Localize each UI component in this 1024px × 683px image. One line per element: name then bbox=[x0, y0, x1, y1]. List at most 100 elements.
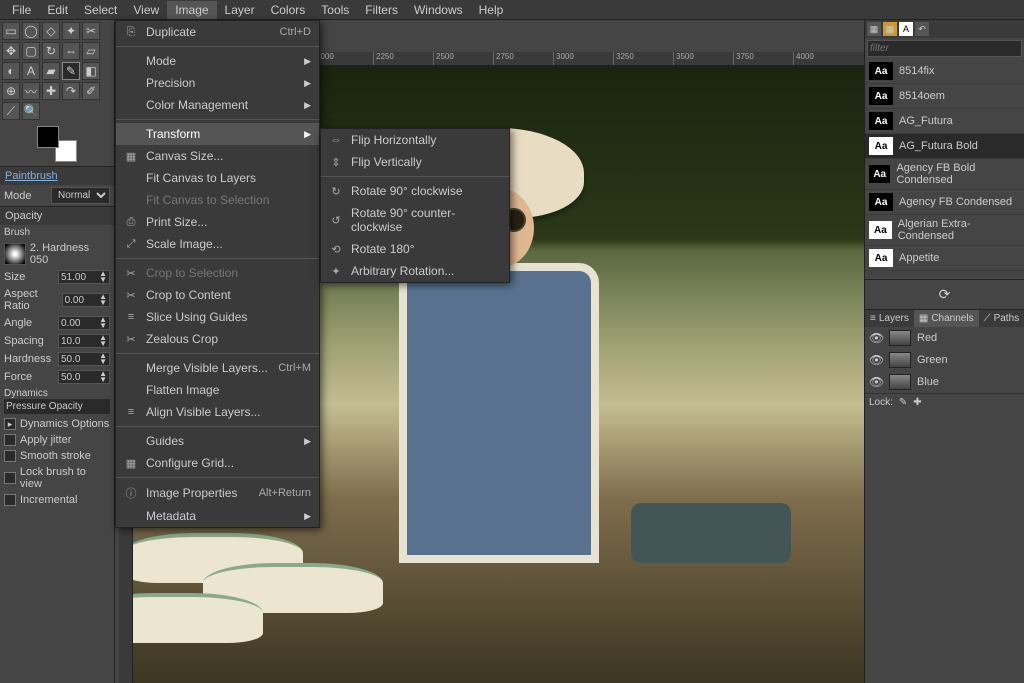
tool-rect[interactable]: ▢ bbox=[22, 42, 40, 60]
image-menu-color-management[interactable]: Color Management▶ bbox=[116, 94, 319, 116]
check-apply-jitter[interactable] bbox=[4, 434, 16, 446]
transform-menu-rotate-90-counter-clockwise[interactable]: ↺Rotate 90° counter-clockwise bbox=[321, 202, 509, 238]
transform-menu-rotate-180-[interactable]: ⟲Rotate 180° bbox=[321, 238, 509, 260]
tab-icon-patterns[interactable]: ▦ bbox=[883, 22, 897, 36]
opt-spinner-size[interactable]: 51.00▲▼ bbox=[58, 270, 110, 284]
image-menu-transform[interactable]: Transform▶ bbox=[116, 123, 319, 145]
tool-eraser[interactable]: ◧ bbox=[82, 62, 100, 80]
menu-image[interactable]: Image bbox=[167, 1, 216, 19]
image-menu-fit-canvas-to-layers[interactable]: Fit Canvas to Layers bbox=[116, 167, 319, 189]
font-item-ag-futura-bold[interactable]: AaAG_Futura Bold bbox=[865, 134, 1024, 159]
transform-menu-flip-vertically[interactable]: ⇕Flip Vertically bbox=[321, 151, 509, 173]
image-menu-mode[interactable]: Mode▶ bbox=[116, 50, 319, 72]
tool-free-select[interactable]: ◇ bbox=[42, 22, 60, 40]
tool-measure[interactable]: ⟋ bbox=[2, 102, 20, 120]
menu-help[interactable]: Help bbox=[471, 1, 512, 19]
dynamics-value[interactable]: Pressure Opacity bbox=[4, 399, 110, 414]
tool-rect-select[interactable]: ▭ bbox=[2, 22, 20, 40]
tool-smudge[interactable]: 〰 bbox=[22, 82, 40, 100]
image-menu-scale-image-[interactable]: ⤢Scale Image... bbox=[116, 233, 319, 255]
font-item-8514fix[interactable]: Aa8514fix bbox=[865, 59, 1024, 84]
tab-icon-brushes[interactable]: ▦ bbox=[867, 22, 881, 36]
opt-spinner-hardness[interactable]: 50.0▲▼ bbox=[58, 352, 110, 366]
check-incremental[interactable] bbox=[4, 494, 16, 506]
menu-tools[interactable]: Tools bbox=[313, 1, 357, 19]
image-menu-metadata[interactable]: Metadata▶ bbox=[116, 505, 319, 527]
font-item-agency-fb-bold-condensed[interactable]: AaAgency FB Bold Condensed bbox=[865, 159, 1024, 190]
check-smooth-stroke[interactable] bbox=[4, 450, 16, 462]
opt-spinner-aspect-ratio[interactable]: 0.00▲▼ bbox=[62, 293, 110, 307]
tool-rotate[interactable]: ↻ bbox=[42, 42, 60, 60]
tool-flip[interactable]: ⇔ bbox=[62, 42, 80, 60]
opt-spinner-spacing[interactable]: 10.0▲▼ bbox=[58, 334, 110, 348]
font-item-ag-futura[interactable]: AaAG_Futura bbox=[865, 109, 1024, 134]
image-menu-canvas-size-[interactable]: ▦Canvas Size... bbox=[116, 145, 319, 167]
tool-warp[interactable]: ◐ bbox=[2, 62, 20, 80]
fg-bg-colors[interactable] bbox=[37, 126, 77, 162]
image-menu-image-properties[interactable]: ⓘImage PropertiesAlt+Return bbox=[116, 481, 319, 505]
opt-spinner-angle[interactable]: 0.00▲▼ bbox=[58, 316, 110, 330]
image-menu-merge-visible-layers-[interactable]: Merge Visible Layers...Ctrl+M bbox=[116, 357, 319, 379]
menu-colors[interactable]: Colors bbox=[263, 1, 314, 19]
eye-icon[interactable]: 👁 bbox=[869, 375, 883, 389]
tool-heal[interactable]: ✚ bbox=[42, 82, 60, 100]
lock-pixel-icon[interactable]: ✎ bbox=[899, 397, 907, 408]
image-menu-flatten-image[interactable]: Flatten Image bbox=[116, 379, 319, 401]
image-menu-slice-using-guides[interactable]: ≡Slice Using Guides bbox=[116, 306, 319, 328]
image-menu-align-visible-layers-[interactable]: ≡Align Visible Layers... bbox=[116, 401, 319, 423]
image-menu-crop-to-content[interactable]: ✂Crop to Content bbox=[116, 284, 319, 306]
menu-layer[interactable]: Layer bbox=[217, 1, 263, 19]
font-item-appetite[interactable]: AaAppetite bbox=[865, 246, 1024, 271]
tool-perspective[interactable]: ▱ bbox=[82, 42, 100, 60]
refresh-icon[interactable]: ⟳ bbox=[939, 286, 951, 302]
menu-select[interactable]: Select bbox=[76, 1, 125, 19]
image-menu-duplicate[interactable]: ⎘DuplicateCtrl+D bbox=[116, 21, 319, 43]
channel-green[interactable]: 👁Green bbox=[865, 349, 1024, 371]
check-lock-brush-to-view[interactable] bbox=[4, 472, 16, 484]
font-item-8514oem[interactable]: Aa8514oem bbox=[865, 84, 1024, 109]
lock-position-icon[interactable]: ✚ bbox=[913, 397, 921, 408]
eye-icon[interactable]: 👁 bbox=[869, 353, 883, 367]
tool-path[interactable]: ↷ bbox=[62, 82, 80, 100]
fg-color-swatch[interactable] bbox=[37, 126, 59, 148]
channel-blue[interactable]: 👁Blue bbox=[865, 371, 1024, 393]
transform-menu-rotate-90-clockwise[interactable]: ↻Rotate 90° clockwise bbox=[321, 180, 509, 202]
tool-fuzzy-select[interactable]: ✦ bbox=[62, 22, 80, 40]
menu-view[interactable]: View bbox=[125, 1, 167, 19]
image-menu-configure-grid-[interactable]: ▦Configure Grid... bbox=[116, 452, 319, 474]
image-menu-guides[interactable]: Guides▶ bbox=[116, 430, 319, 452]
brush-swatch[interactable] bbox=[4, 243, 26, 265]
channel-red[interactable]: 👁Red bbox=[865, 327, 1024, 349]
tool-bucket[interactable]: ▰ bbox=[42, 62, 60, 80]
tool-crop[interactable]: ✂ bbox=[82, 22, 100, 40]
tab-layers[interactable]: ≡Layers bbox=[865, 310, 914, 327]
tool-picker[interactable]: ✐ bbox=[82, 82, 100, 100]
tool-clone[interactable]: ⊕ bbox=[2, 82, 20, 100]
menu-filters[interactable]: Filters bbox=[357, 1, 406, 19]
tool-text[interactable]: A bbox=[22, 62, 40, 80]
eye-icon[interactable]: 👁 bbox=[869, 331, 883, 345]
opt-label-size: Size bbox=[4, 271, 25, 283]
font-item-agency-fb-condensed[interactable]: AaAgency FB Condensed bbox=[865, 190, 1024, 215]
menu-windows[interactable]: Windows bbox=[406, 1, 471, 19]
font-item-algerian-extra-condensed[interactable]: AaAlgerian Extra-Condensed bbox=[865, 215, 1024, 246]
image-menu-print-size-[interactable]: ⎙Print Size... bbox=[116, 211, 319, 233]
tool-ellipse-select[interactable]: ◯ bbox=[22, 22, 40, 40]
tab-channels[interactable]: ▦Channels bbox=[914, 310, 979, 327]
menu-edit[interactable]: Edit bbox=[39, 1, 76, 19]
image-menu-precision[interactable]: Precision▶ bbox=[116, 72, 319, 94]
tool-zoom[interactable]: 🔍 bbox=[22, 102, 40, 120]
transform-menu-flip-horizontally[interactable]: ⇔Flip Horizontally bbox=[321, 129, 509, 151]
tab-icon-history[interactable]: ↶ bbox=[915, 22, 929, 36]
check-dynamics-options[interactable]: ▸ bbox=[4, 418, 16, 430]
image-menu-zealous-crop[interactable]: ✂Zealous Crop bbox=[116, 328, 319, 350]
tool-paintbrush[interactable]: ✎ bbox=[62, 62, 80, 80]
opt-spinner-force[interactable]: 50.0▲▼ bbox=[58, 370, 110, 384]
tab-paths[interactable]: ⟋Paths bbox=[979, 310, 1024, 327]
menu-file[interactable]: File bbox=[4, 1, 39, 19]
tab-icon-fonts[interactable]: A bbox=[899, 22, 913, 36]
tool-move[interactable]: ✥ bbox=[2, 42, 20, 60]
font-filter-input[interactable] bbox=[867, 40, 1022, 57]
mode-select[interactable]: Normal bbox=[51, 187, 110, 204]
transform-menu-arbitrary-rotation-[interactable]: ✦Arbitrary Rotation... bbox=[321, 260, 509, 282]
